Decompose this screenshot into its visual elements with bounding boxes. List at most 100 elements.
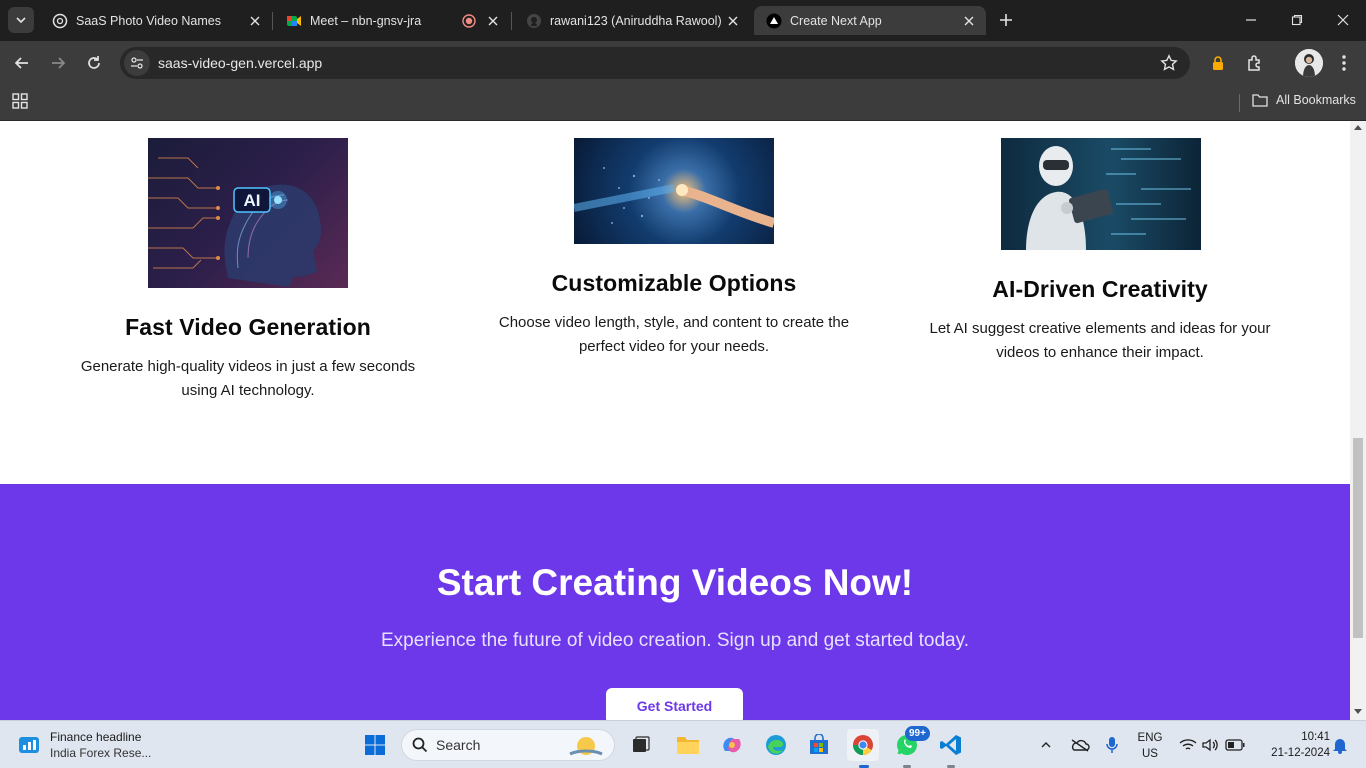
url-text[interactable]: saas-video-gen.vercel.app — [158, 55, 322, 71]
tab-title: Meet – nbn-gnsv-jra — [310, 13, 422, 28]
apps-grid-icon[interactable] — [12, 93, 28, 109]
browser-toolbar: saas-video-gen.vercel.app — [0, 41, 1366, 85]
finance-chart-icon — [19, 737, 39, 753]
volume-icon[interactable] — [1199, 729, 1223, 761]
new-tab-button[interactable] — [994, 8, 1018, 32]
bookmarks-divider — [1239, 94, 1240, 112]
scroll-down-icon[interactable] — [1354, 709, 1362, 714]
all-bookmarks-button[interactable]: All Bookmarks — [1252, 93, 1356, 107]
site-info-button[interactable] — [124, 50, 150, 76]
wifi-icon[interactable] — [1176, 729, 1200, 761]
feature-card-ai-creativity: AI-Driven Creativity Let AI suggest crea… — [900, 276, 1300, 365]
chrome-icon[interactable] — [847, 729, 879, 761]
feature-description: Let AI suggest creative elements and ide… — [929, 320, 1271, 361]
chevron-up-icon[interactable] — [1032, 729, 1060, 761]
task-view-icon[interactable] — [625, 729, 657, 761]
whatsapp-badge: 99+ — [905, 726, 930, 741]
vercel-icon — [766, 13, 782, 28]
cta-section: Start Creating Videos Now! Experience th… — [0, 484, 1350, 720]
close-tab-icon[interactable] — [484, 12, 502, 30]
notification-bell-icon[interactable] — [1328, 729, 1352, 761]
reload-icon — [88, 56, 100, 69]
search-icon — [412, 737, 428, 753]
get-started-button[interactable]: Get Started — [606, 688, 743, 720]
taskbar-search[interactable]: Search — [401, 729, 615, 761]
arrow-right-icon — [52, 57, 66, 69]
plus-icon — [1000, 14, 1012, 26]
widget-title: Finance headline — [50, 730, 142, 744]
close-tab-icon[interactable] — [960, 12, 978, 30]
search-highlight-icon — [569, 737, 603, 756]
recording-icon — [460, 12, 478, 30]
github-icon — [527, 13, 541, 28]
feature-card-fast-video: Fast Video Generation Generate high-qual… — [48, 314, 448, 403]
feature-image-hands — [574, 138, 774, 244]
restore-icon — [1291, 14, 1303, 26]
google-meet-icon — [287, 15, 301, 26]
tab-github[interactable]: rawani123 (Aniruddha Rawool) — [514, 6, 750, 35]
address-bar[interactable]: saas-video-gen.vercel.app — [120, 47, 1190, 79]
close-tab-icon[interactable] — [246, 12, 264, 30]
profile-avatar[interactable] — [1295, 49, 1323, 77]
arrow-left-icon — [14, 57, 28, 69]
tab-meet[interactable]: Meet – nbn-gnsv-jra — [274, 6, 510, 35]
tab-title: Create Next App — [790, 13, 882, 28]
tab-search-button[interactable] — [8, 7, 34, 33]
page-scrollbar[interactable] — [1350, 121, 1366, 720]
folder-icon — [1252, 94, 1268, 107]
bookmark-star-icon[interactable] — [1160, 54, 1178, 72]
search-placeholder: Search — [436, 737, 481, 753]
tab-title: rawani123 (Aniruddha Rawool) — [550, 13, 722, 28]
microphone-icon[interactable] — [1098, 729, 1126, 761]
cta-title: Start Creating Videos Now! — [436, 562, 914, 603]
feature-image-ai-head: AI — [148, 138, 348, 288]
edge-icon[interactable] — [760, 729, 792, 761]
tab-title: SaaS Photo Video Names — [76, 13, 222, 28]
feature-title: Customizable Options — [551, 270, 797, 296]
chatgpt-icon — [52, 13, 68, 28]
feature-title: AI-Driven Creativity — [992, 276, 1208, 302]
menu-icon[interactable] — [1332, 51, 1356, 75]
widget-subtitle: India Forex Rese... — [50, 746, 152, 760]
feature-title: Fast Video Generation — [125, 314, 371, 340]
tab-divider — [511, 12, 512, 30]
language-label: ENG — [1137, 732, 1163, 744]
minimize-button[interactable] — [1228, 0, 1274, 40]
reload-button[interactable] — [80, 49, 108, 77]
tab-strip: SaaS Photo Video Names Meet – nbn-gnsv-j… — [0, 0, 1366, 41]
bookmarks-bar: All Bookmarks — [0, 85, 1366, 121]
extensions-icon[interactable] — [1243, 51, 1267, 75]
tab-create-next-app[interactable]: Create Next App — [754, 6, 986, 35]
clock-time: 10:41 — [1301, 731, 1330, 743]
all-bookmarks-label: All Bookmarks — [1276, 93, 1356, 107]
onedrive-icon[interactable] — [1066, 729, 1094, 761]
minimize-icon — [1246, 19, 1256, 21]
close-tab-icon[interactable] — [724, 12, 742, 30]
feature-image-robot — [1001, 138, 1201, 250]
close-icon — [1337, 14, 1349, 26]
copilot-icon[interactable] — [716, 729, 748, 761]
tab-divider — [272, 12, 273, 30]
tab-saas-photo[interactable]: SaaS Photo Video Names — [40, 6, 272, 35]
battery-icon[interactable] — [1222, 729, 1248, 761]
feature-description: Generate high-quality videos in just a f… — [80, 358, 416, 399]
clock[interactable]: 10:41 21-12-2024 — [1254, 729, 1330, 761]
language-indicator[interactable]: ENG US — [1134, 730, 1166, 762]
back-button[interactable] — [8, 49, 36, 77]
windows-logo-icon — [365, 735, 385, 755]
forward-button[interactable] — [44, 49, 72, 77]
microsoft-store-icon[interactable] — [803, 729, 835, 761]
scroll-up-icon[interactable] — [1354, 125, 1362, 130]
scrollbar-thumb[interactable] — [1353, 438, 1363, 638]
restore-button[interactable] — [1274, 0, 1320, 40]
close-window-button[interactable] — [1320, 0, 1366, 40]
page-viewport: AI Fast Video Generation Generate high-q… — [0, 121, 1350, 720]
vscode-icon[interactable] — [935, 729, 967, 761]
start-button[interactable] — [359, 729, 391, 761]
file-explorer-icon[interactable] — [672, 729, 704, 761]
region-label: US — [1142, 748, 1158, 760]
ai-label: AI — [244, 191, 261, 210]
password-lock-icon[interactable] — [1206, 51, 1230, 75]
chevron-down-icon — [16, 17, 26, 24]
news-widget[interactable]: Finance headline India Forex Rese... — [18, 729, 151, 761]
